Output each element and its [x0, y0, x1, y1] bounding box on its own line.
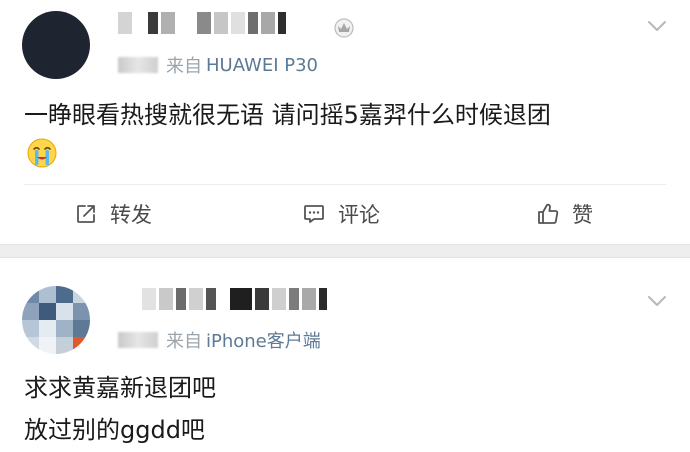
comment-icon [304, 205, 324, 223]
post-meta: 来自 HUAWEI P30 [118, 52, 318, 78]
device-link[interactable]: HUAWEI P30 [206, 55, 318, 76]
post-text-line-2: 放过别的ggdd吧 [24, 416, 205, 444]
repost-icon [77, 205, 95, 223]
post-meta: 来自 iPhone客户端 [118, 327, 321, 353]
like-label: 赞 [572, 203, 593, 227]
like-button[interactable]: 赞 [536, 199, 593, 229]
username-blurred[interactable] [142, 284, 327, 314]
weibo-post-1: 来自 HUAWEI P30 一睁眼看热搜就很无语 请问摇5嘉羿什么时候退团 转发 [0, 0, 690, 244]
device-link[interactable]: iPhone客户端 [206, 327, 321, 353]
crown-badge-icon [334, 18, 354, 38]
source-prefix: 来自 [166, 331, 202, 352]
timestamp-blurred [118, 57, 158, 73]
avatar[interactable] [22, 286, 90, 354]
repost-label: 转发 [110, 203, 152, 227]
thumbs-up-icon [538, 203, 559, 224]
avatar[interactable] [22, 11, 90, 79]
comment-button[interactable]: 评论 [302, 199, 380, 229]
chevron-down-icon[interactable] [646, 290, 668, 312]
post-text-line-1: 求求黄嘉新退团吧 [24, 374, 216, 402]
comment-label: 评论 [338, 203, 380, 227]
source-prefix: 来自 [166, 56, 202, 77]
action-bar: 转发 评论 赞 [24, 184, 666, 243]
timestamp-blurred [118, 332, 158, 348]
post-text: 一睁眼看热搜就很无语 请问摇5嘉羿什么时候退团 [24, 101, 551, 129]
chevron-down-icon[interactable] [646, 15, 668, 37]
repost-button[interactable]: 转发 [74, 199, 152, 229]
username-blurred[interactable] [118, 8, 286, 38]
post-separator [0, 244, 690, 258]
crying-emoji-icon [27, 138, 57, 168]
